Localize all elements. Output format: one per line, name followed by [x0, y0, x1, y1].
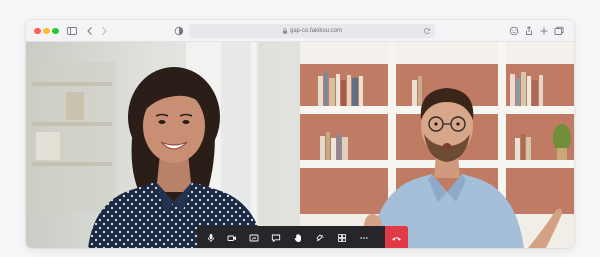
- close-window-button[interactable]: [34, 27, 41, 34]
- end-call-button[interactable]: [385, 226, 408, 248]
- url-text: gap-co.fakikou.com: [289, 28, 343, 34]
- participant-video-tile[interactable]: [300, 42, 574, 248]
- share-icon[interactable]: [523, 25, 535, 37]
- lock-icon: [282, 28, 287, 34]
- sidebar-icon[interactable]: [66, 25, 78, 37]
- reactions-icon[interactable]: [312, 230, 328, 246]
- extension-icon[interactable]: [508, 25, 520, 37]
- address-bar[interactable]: gap-co.fakikou.com: [189, 24, 435, 38]
- participant-man-video: [300, 42, 574, 248]
- browser-toolbar: gap-co.fakikou.com: [26, 20, 574, 42]
- new-tab-icon[interactable]: [538, 25, 550, 37]
- tabs-overview-icon[interactable]: [553, 25, 565, 37]
- chat-icon[interactable]: [268, 230, 284, 246]
- more-icon[interactable]: [356, 230, 372, 246]
- privacy-shield-icon[interactable]: [173, 25, 185, 37]
- participant-video-tile[interactable]: [26, 42, 300, 248]
- raise-hand-icon[interactable]: [290, 230, 306, 246]
- reload-icon[interactable]: [423, 27, 431, 35]
- layout-grid-icon[interactable]: [334, 230, 350, 246]
- microphone-icon[interactable]: [203, 230, 219, 246]
- back-icon[interactable]: [84, 25, 96, 37]
- camera-icon[interactable]: [224, 230, 240, 246]
- minimize-window-button[interactable]: [43, 27, 50, 34]
- call-control-bar: [197, 226, 408, 248]
- video-call-stage: [26, 42, 574, 248]
- screen-share-icon[interactable]: [246, 230, 262, 246]
- participant-woman-video: [26, 42, 300, 248]
- browser-window: gap-co.fakikou.com: [26, 20, 574, 248]
- forward-icon[interactable]: [98, 25, 110, 37]
- end-call-icon: [392, 236, 401, 241]
- zoom-window-button[interactable]: [52, 27, 59, 34]
